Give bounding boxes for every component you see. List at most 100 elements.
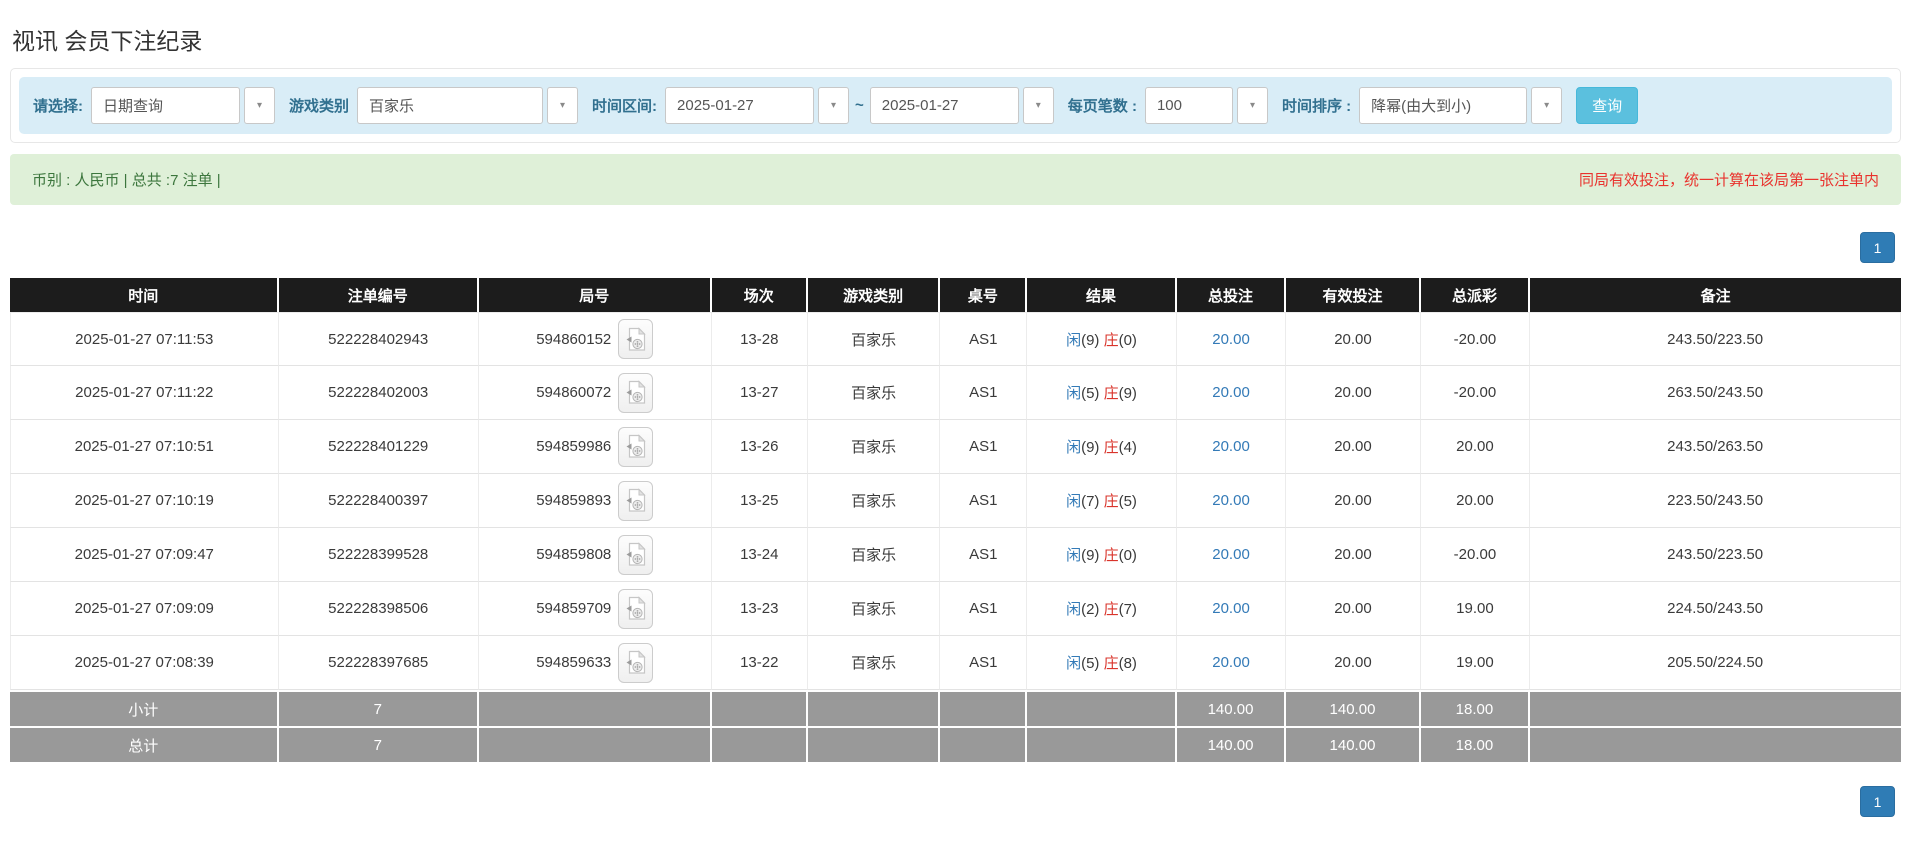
column-header: 游戏类别 <box>807 278 941 312</box>
cell-total-bet: 20.00 <box>1176 420 1287 474</box>
cell-bet-id: 522228400397 <box>278 474 479 528</box>
total-bet-link[interactable]: 20.00 <box>1212 331 1250 348</box>
cell-total-bet: 20.00 <box>1176 528 1287 582</box>
video-replay-button[interactable] <box>618 480 654 521</box>
cell-bet-id: 522228401229 <box>278 420 479 474</box>
round-id-text: 594860152 <box>536 330 612 348</box>
summary-cell: 7 <box>278 726 479 762</box>
cell-game-type: 百家乐 <box>807 582 941 636</box>
cell-remark: 243.50/223.50 <box>1530 312 1901 366</box>
page-button[interactable]: 1 <box>1860 786 1895 817</box>
chevron-down-icon[interactable]: ▾ <box>244 87 275 124</box>
chevron-down-icon[interactable]: ▾ <box>547 87 579 124</box>
video-replay-button[interactable] <box>618 372 654 413</box>
cell-result: 闲(9) 庄(0) <box>1027 528 1177 582</box>
cell-payout: 19.00 <box>1420 636 1531 690</box>
result-player-label: 闲 <box>1066 493 1082 510</box>
cell-table-no: AS1 <box>940 420 1028 474</box>
result-banker-label: 庄 <box>1103 331 1119 349</box>
table-row: 2025-01-27 07:08:39 522228397685 594859633… <box>10 636 1901 690</box>
date-from-select[interactable]: 2025-01-27 ▾ <box>665 87 850 124</box>
cell-valid-bet: 20.00 <box>1286 420 1421 474</box>
cell-table-no: AS1 <box>940 528 1028 582</box>
summary-cell: 140.00 <box>1286 726 1421 762</box>
cell-total-bet: 20.00 <box>1176 312 1287 366</box>
page-container: 视讯 会员下注纪录 请选择: 日期查询 ▾ 游戏类别 百家乐 ▾ 时间区间: 2… <box>0 22 1911 817</box>
summary-cell <box>807 690 941 726</box>
cell-remark: 224.50/243.50 <box>1530 582 1901 636</box>
table-body: 2025-01-27 07:11:53 522228402943 594860152… <box>10 312 1901 690</box>
table-row: 2025-01-27 07:09:47 522228399528 594859808… <box>10 528 1901 582</box>
cell-result: 闲(5) 庄(9) <box>1027 366 1177 420</box>
cell-round-id: 594860152 <box>478 312 712 366</box>
column-header: 场次 <box>711 278 808 312</box>
summary-cell <box>478 690 712 726</box>
total-bet-link[interactable]: 20.00 <box>1212 600 1250 617</box>
query-type-select[interactable]: 日期查询 ▾ <box>91 87 275 124</box>
result-banker-label: 庄 <box>1103 439 1119 456</box>
valid-bet-note: 同局有效投注，统一计算在该局第一张注单内 <box>1578 172 1879 189</box>
game-type-select[interactable]: 百家乐 ▾ <box>357 87 579 124</box>
cell-bet-id: 522228402003 <box>278 366 479 420</box>
summary-cell <box>940 690 1028 726</box>
video-replay-button[interactable] <box>618 534 654 575</box>
per-page-select[interactable]: 100 ▾ <box>1144 87 1268 124</box>
date-to-select[interactable]: 2025-01-27 ▾ <box>869 87 1054 124</box>
cell-round-id: 594859633 <box>478 636 712 690</box>
time-range-label: 时间区间: <box>592 98 658 115</box>
chevron-down-icon[interactable]: ▾ <box>1531 87 1563 124</box>
round-id-wrap: 594859709 <box>536 588 654 629</box>
total-bet-link[interactable]: 20.00 <box>1212 492 1250 509</box>
cell-valid-bet: 20.00 <box>1286 474 1421 528</box>
chevron-down-icon[interactable]: ▾ <box>1236 87 1268 124</box>
summary-cell: 18.00 <box>1420 726 1531 762</box>
cell-game-type: 百家乐 <box>807 528 941 582</box>
total-bet-link[interactable]: 20.00 <box>1212 438 1250 455</box>
result-player-label: 闲 <box>1066 547 1082 564</box>
cell-bet-id: 522228399528 <box>278 528 479 582</box>
round-id-text: 594859709 <box>536 600 612 617</box>
summary-cell <box>711 726 808 762</box>
total-bet-link[interactable]: 20.00 <box>1212 384 1250 401</box>
search-button[interactable]: 查询 <box>1576 87 1639 124</box>
cell-game-type: 百家乐 <box>807 312 941 366</box>
cell-result: 闲(9) 庄(4) <box>1027 420 1177 474</box>
cell-remark: 243.50/263.50 <box>1530 420 1901 474</box>
currency-total-text: 币别 : 人民币 | 总共 :7 注单 | <box>32 172 221 189</box>
video-replay-button[interactable] <box>618 642 654 683</box>
cell-remark: 263.50/243.50 <box>1530 366 1901 420</box>
cell-time: 2025-01-27 07:10:19 <box>10 474 279 528</box>
table-header-row: 时间 注单编号 局号 场次 游戏类别 桌号 结果 总投注 有效投注 总派彩 备注 <box>10 278 1901 312</box>
video-replay-button[interactable] <box>618 588 654 629</box>
result-banker-label: 庄 <box>1103 493 1119 510</box>
round-id-wrap: 594860072 <box>536 372 654 413</box>
cell-remark: 205.50/224.50 <box>1530 636 1901 690</box>
table-row: 2025-01-27 07:10:19 522228400397 594859893… <box>10 474 1901 528</box>
total-bet-link[interactable]: 20.00 <box>1212 546 1250 563</box>
result-banker-label: 庄 <box>1103 547 1119 564</box>
chevron-down-icon[interactable]: ▾ <box>1022 87 1054 124</box>
column-header: 局号 <box>478 278 712 312</box>
cell-round-id: 594859808 <box>478 528 712 582</box>
bet-records-table: 时间 注单编号 局号 场次 游戏类别 桌号 结果 总投注 有效投注 总派彩 备注 2025-01-2… <box>10 278 1901 762</box>
summary-bar: 币别 : 人民币 | 总共 :7 注单 | 同局有效投注，统一计算在该局第一张注… <box>10 154 1901 205</box>
column-header: 结果 <box>1027 278 1177 312</box>
summary-cell <box>807 726 941 762</box>
cell-round-id: 594859986 <box>478 420 712 474</box>
video-replay-button[interactable] <box>618 426 654 467</box>
filter-bar: 请选择: 日期查询 ▾ 游戏类别 百家乐 ▾ 时间区间: 2025-01-27 … <box>19 77 1892 134</box>
result-player-label: 闲 <box>1066 331 1082 349</box>
time-sort-select[interactable]: 降幂(由大到小) ▾ <box>1359 87 1563 124</box>
video-replay-button[interactable] <box>618 319 654 359</box>
query-type-value: 日期查询 <box>91 87 240 124</box>
summary-cell <box>1530 726 1901 762</box>
page-button[interactable]: 1 <box>1860 232 1895 263</box>
total-bet-link[interactable]: 20.00 <box>1212 654 1250 671</box>
cell-table-no: AS1 <box>940 366 1028 420</box>
cell-table-no: AS1 <box>940 312 1028 366</box>
chevron-down-icon[interactable]: ▾ <box>818 87 850 124</box>
cell-result: 闲(2) 庄(7) <box>1027 582 1177 636</box>
cell-payout: -20.00 <box>1420 528 1531 582</box>
cell-time: 2025-01-27 07:08:39 <box>10 636 279 690</box>
video-icon <box>626 488 646 512</box>
